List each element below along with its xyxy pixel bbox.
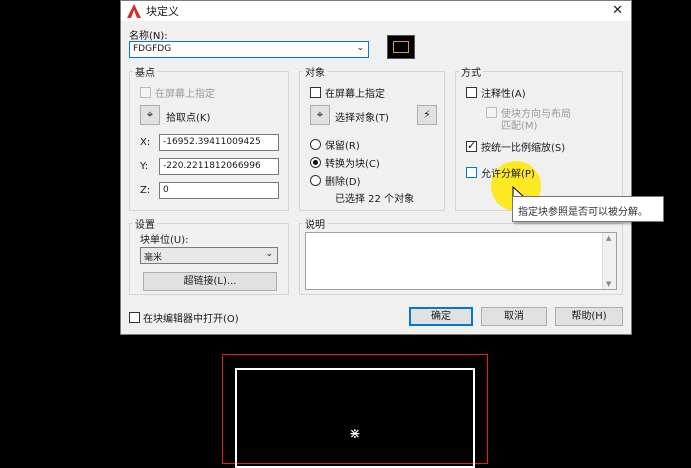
block-unit-select[interactable]: 毫米 ⌄ xyxy=(140,247,278,264)
retain-label: 保留(R) xyxy=(325,141,360,152)
chevron-down-icon[interactable]: ⌄ xyxy=(356,43,364,53)
objects-title: 对象 xyxy=(303,64,327,79)
quick-select-button[interactable]: ⚡ xyxy=(417,105,437,125)
tooltip: 指定块参照是否可以被分解。 xyxy=(512,196,664,222)
selected-count: 已选择 22 个对象 xyxy=(335,194,415,205)
x-label: X: xyxy=(140,137,151,148)
behavior-title: 方式 xyxy=(459,64,483,79)
match-orientation-label-2: 匹配(M) xyxy=(501,121,538,132)
scroll-down-icon[interactable]: ▼ xyxy=(606,280,611,288)
hyperlink-button[interactable]: 超链接(L)... xyxy=(143,272,277,291)
ok-button[interactable]: 确定 xyxy=(409,307,473,326)
select-objects-button[interactable]: ⌖ xyxy=(310,105,330,125)
convert-to-block-label: 转换为块(C) xyxy=(325,159,380,170)
tooltip-text: 指定块参照是否可以被分解。 xyxy=(518,207,648,218)
scale-uniformly-checkbox[interactable] xyxy=(466,139,477,152)
allow-exploding-checkbox[interactable] xyxy=(466,167,477,178)
annotative-checkbox[interactable] xyxy=(466,87,477,98)
quick-select-icon: ⚡ xyxy=(423,108,431,121)
description-scrollbar[interactable]: ▲ ▼ xyxy=(602,233,616,289)
chevron-down-icon[interactable]: ⌄ xyxy=(265,249,273,259)
drawing-symbol: ⋇ xyxy=(349,426,361,442)
crosshair-icon: ⌖ xyxy=(316,108,324,121)
drawing-inner-frame xyxy=(235,368,475,468)
open-in-editor-label: 在块编辑器中打开(O) xyxy=(143,314,239,325)
name-label: 名称(N): xyxy=(129,31,168,42)
block-unit-label: 块单位(U): xyxy=(140,235,189,246)
y-value: -220.2211812066996 xyxy=(163,161,261,171)
scroll-up-icon[interactable]: ▲ xyxy=(606,234,611,242)
name-combobox[interactable]: FDGFDG ⌄ xyxy=(129,41,369,58)
z-label: Z: xyxy=(140,185,151,196)
z-value: 0 xyxy=(163,185,169,195)
block-unit-value: 毫米 xyxy=(144,253,163,263)
y-field[interactable]: -220.2211812066996 xyxy=(159,158,279,175)
pick-point-label: 拾取点(K) xyxy=(166,113,211,124)
annotative-label: 注释性(A) xyxy=(481,89,526,100)
match-orientation-checkbox[interactable] xyxy=(486,107,497,118)
x-field[interactable]: -16952.39411009425 xyxy=(159,134,279,151)
open-in-editor-checkbox[interactable] xyxy=(129,312,140,323)
delete-label: 删除(D) xyxy=(325,177,361,188)
x-value: -16952.39411009425 xyxy=(163,137,261,147)
help-button[interactable]: 帮助(H) xyxy=(555,307,623,326)
select-objects-label: 选择对象(T) xyxy=(335,113,389,124)
pick-point-icon: ⌖ xyxy=(146,108,154,121)
base-specify-on-screen-checkbox[interactable] xyxy=(140,87,151,98)
pick-point-button[interactable]: ⌖ xyxy=(140,105,160,125)
block-preview xyxy=(387,35,415,59)
base-specify-on-screen-label: 在屏幕上指定 xyxy=(155,89,215,100)
convert-to-block-radio[interactable] xyxy=(310,157,321,168)
base-point-title: 基点 xyxy=(133,64,157,79)
z-field[interactable]: 0 xyxy=(159,182,279,199)
allow-exploding-label: 允许分解(P) xyxy=(481,169,535,180)
description-textarea[interactable]: ▲ ▼ xyxy=(305,232,617,290)
objects-specify-on-screen-label: 在屏幕上指定 xyxy=(325,89,385,100)
description-title: 说明 xyxy=(303,216,327,231)
delete-radio[interactable] xyxy=(310,175,321,186)
name-value: FDGFDG xyxy=(133,44,172,54)
y-label: Y: xyxy=(140,161,149,172)
retain-radio[interactable] xyxy=(310,139,321,150)
window-title: 块定义 xyxy=(146,5,179,18)
block-definition-dialog: 块定义 ✕ 名称(N): FDGFDG ⌄ 基点 在屏幕上指定 ⌖ 拾取点(K)… xyxy=(120,0,632,335)
autocad-logo-icon xyxy=(127,4,141,18)
close-icon[interactable]: ✕ xyxy=(612,3,623,18)
scale-uniformly-label: 按统一比例缩放(S) xyxy=(481,143,566,154)
objects-specify-on-screen-checkbox[interactable] xyxy=(310,87,321,98)
cancel-button[interactable]: 取消 xyxy=(481,307,547,326)
settings-title: 设置 xyxy=(133,216,157,231)
title-bar: 块定义 ✕ xyxy=(121,1,631,21)
